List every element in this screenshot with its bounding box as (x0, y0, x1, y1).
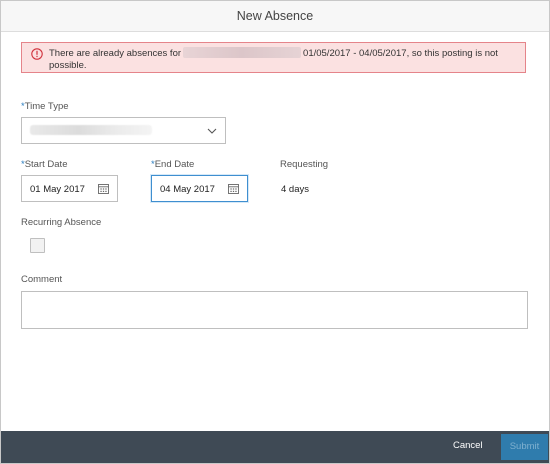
error-message-text: There are already absences for 01/05/2017… (49, 47, 519, 72)
time-type-label-text: Time Type (24, 101, 69, 112)
end-date-input[interactable]: 04 May 2017 (151, 175, 248, 202)
dialog-footer: Cancel Submit (1, 431, 549, 463)
recurring-absence-label: Recurring Absence (21, 217, 102, 228)
dialog-title: New Absence (1, 1, 549, 32)
start-date-label: *Start Date (21, 159, 67, 170)
end-date-label-text: End Date (154, 159, 195, 170)
comment-label: Comment (21, 274, 63, 285)
error-icon (31, 48, 43, 60)
submit-button[interactable]: Submit (501, 434, 548, 460)
start-date-input[interactable]: 01 May 2017 (21, 175, 118, 202)
time-type-selected-value-redacted (30, 125, 152, 135)
chevron-down-icon (207, 128, 217, 134)
start-date-value: 01 May 2017 (30, 184, 85, 195)
new-absence-dialog: New Absence There are already absences f… (0, 0, 550, 464)
requesting-value: 4 days (281, 184, 309, 195)
start-date-label-text: Start Date (24, 159, 68, 170)
time-type-select[interactable] (21, 117, 226, 144)
time-type-label: *Time Type (21, 101, 69, 112)
requesting-label: Requesting (280, 159, 329, 170)
error-message-strip: There are already absences for 01/05/2017… (21, 42, 526, 73)
end-date-value: 04 May 2017 (160, 184, 215, 195)
redacted-name (183, 47, 302, 58)
calendar-icon[interactable] (98, 183, 109, 194)
error-message-prefix: There are already absences for (49, 48, 182, 59)
cancel-button[interactable]: Cancel (453, 440, 483, 451)
end-date-label: *End Date (151, 159, 194, 170)
comment-textarea[interactable] (21, 291, 528, 329)
calendar-icon[interactable] (228, 183, 239, 194)
recurring-absence-checkbox[interactable] (30, 238, 45, 253)
